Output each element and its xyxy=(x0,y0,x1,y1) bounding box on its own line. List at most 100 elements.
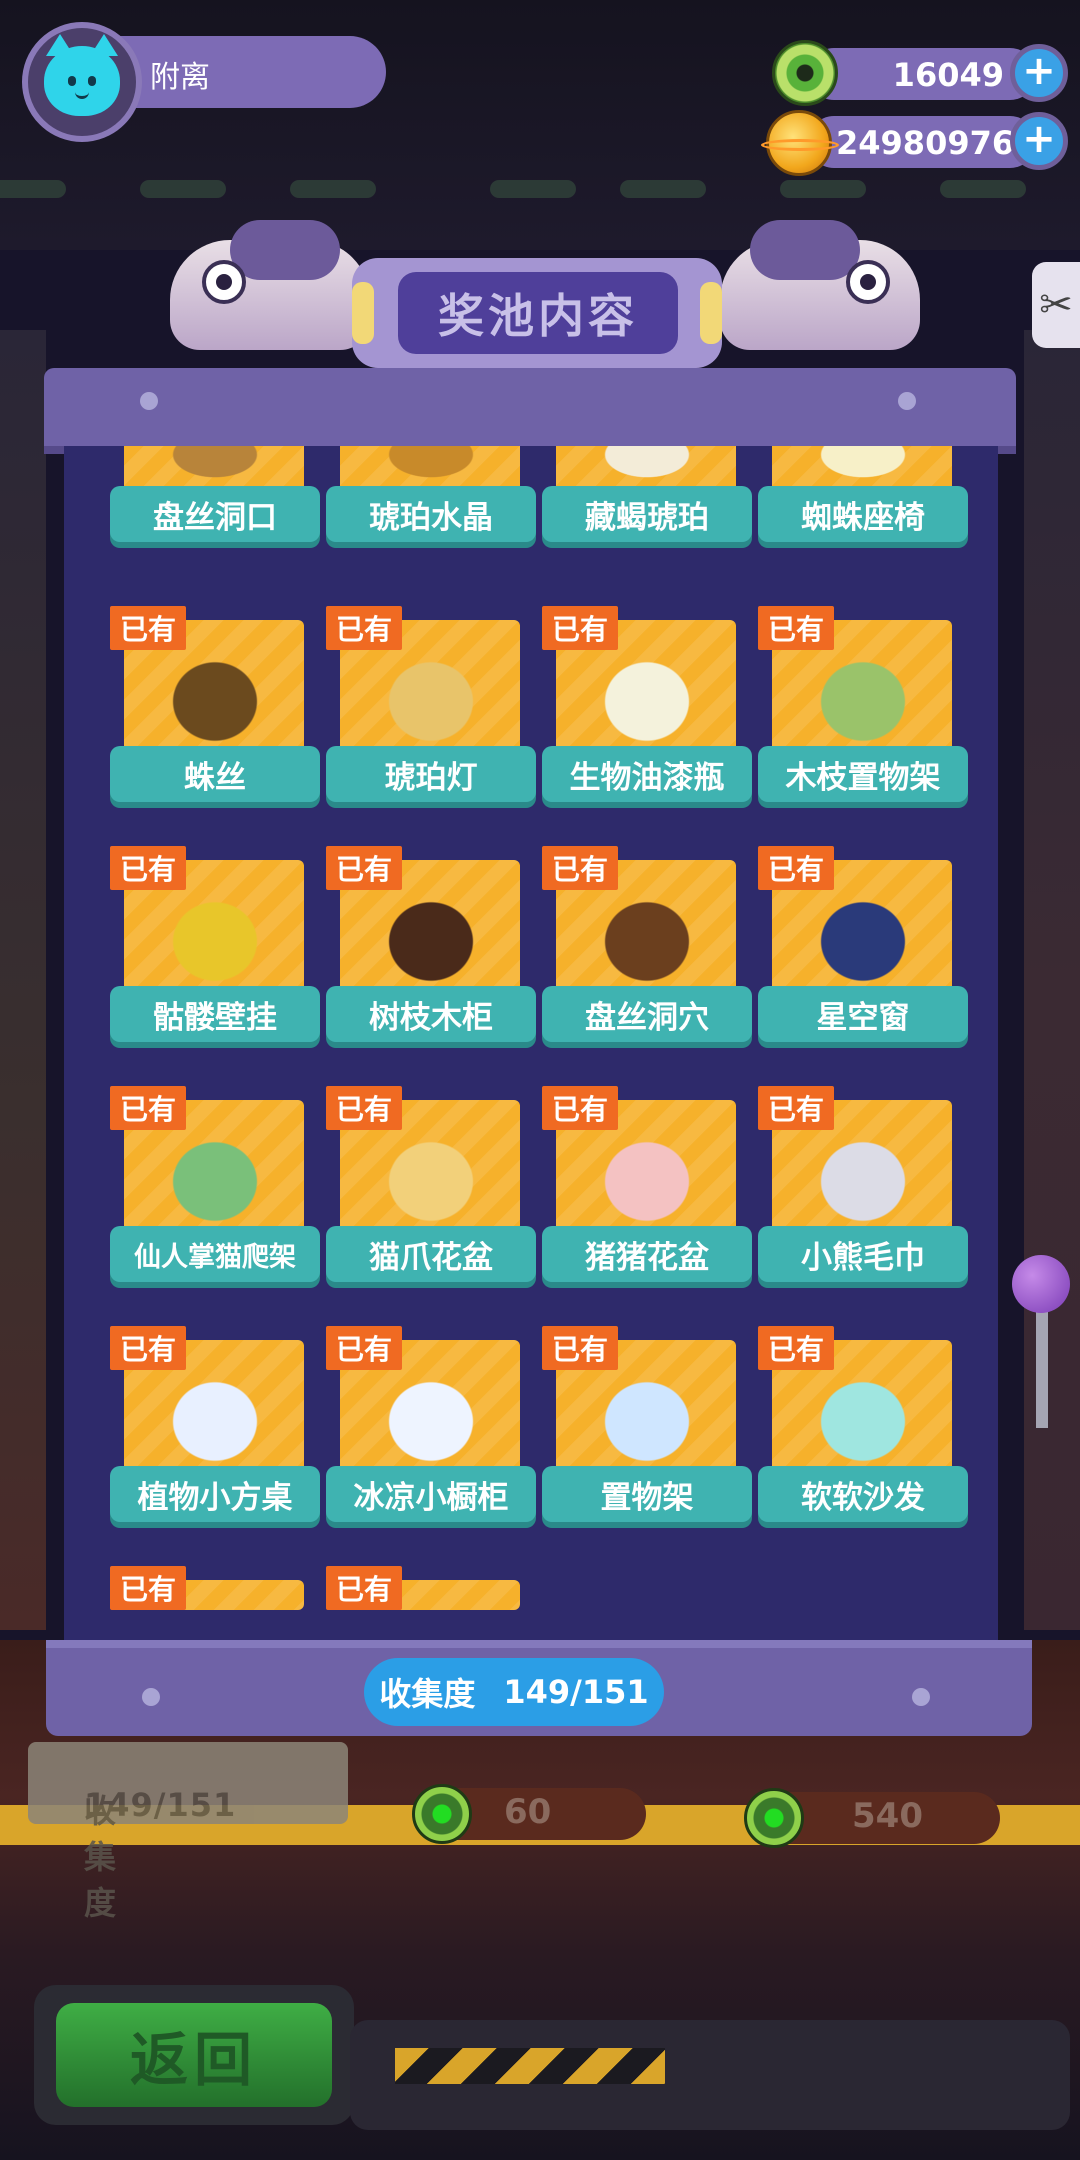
item-name: 琥珀水晶 xyxy=(326,486,536,542)
item-card[interactable]: 蜘蛛座椅 xyxy=(758,446,968,626)
cage-door-icon xyxy=(162,446,268,478)
owned-badge: 已有 xyxy=(110,1326,186,1370)
back-button[interactable]: 返回 xyxy=(56,2003,332,2107)
currency-value-planet: 24980976 xyxy=(836,124,1015,162)
cat-face-icon xyxy=(44,34,120,116)
share-icon[interactable]: ✂ xyxy=(1032,262,1080,348)
paw-flowerpot-icon xyxy=(378,1132,484,1222)
owned-badge: 已有 xyxy=(110,1566,186,1610)
item-card[interactable]: 已有 冰凉小橱柜 xyxy=(326,1326,536,1526)
owned-badge: 已有 xyxy=(542,846,618,890)
owned-badge: 已有 xyxy=(758,1086,834,1130)
item-card[interactable]: 已有 小熊毛巾 xyxy=(758,1086,968,1286)
item-card[interactable]: 已有 盘丝洞穴 xyxy=(542,846,752,1046)
item-name: 盘丝洞口 xyxy=(110,486,320,542)
shelf-icon xyxy=(594,1372,700,1462)
starry-window-icon xyxy=(810,892,916,982)
panel-frame-top xyxy=(44,368,1016,454)
item-name: 植物小方桌 xyxy=(110,1466,320,1522)
donut-coin-icon xyxy=(412,1784,472,1844)
player-name: 附离 xyxy=(150,60,210,95)
item-name: 星空窗 xyxy=(758,986,968,1042)
planet-coin-icon xyxy=(761,110,839,176)
item-card[interactable]: 已有 软软沙发 xyxy=(758,1326,968,1526)
panel-title: 奖池内容 xyxy=(398,272,678,354)
item-name: 树枝木柜 xyxy=(326,986,536,1042)
owned-badge: 已有 xyxy=(542,1086,618,1130)
lever-stick xyxy=(1036,1308,1048,1428)
spider-chair-icon xyxy=(810,446,916,478)
item-name: 琥珀灯 xyxy=(326,746,536,802)
collection-progress: 收集度 149/151 xyxy=(364,1658,664,1726)
add-donut-button[interactable]: + xyxy=(1010,44,1068,102)
collection-label: 收集度 xyxy=(379,1675,476,1713)
title-cap-left xyxy=(352,282,374,344)
owned-badge: 已有 xyxy=(326,1326,402,1370)
currency-value-donut: 16049 xyxy=(892,56,1004,94)
plant-table-icon xyxy=(162,1372,268,1462)
paint-table-icon xyxy=(594,652,700,742)
collection-value: 149/151 xyxy=(503,1673,649,1711)
add-planet-button[interactable]: + xyxy=(1010,112,1068,170)
item-card[interactable]: 已有 琥珀灯 xyxy=(326,606,536,806)
fish-decoration-left xyxy=(170,220,370,350)
price-2: 540 xyxy=(852,1796,923,1836)
scene-left-wall xyxy=(0,330,46,1630)
item-name: 小熊毛巾 xyxy=(758,1226,968,1282)
item-name: 木枝置物架 xyxy=(758,746,968,802)
item-card[interactable]: 已有 xyxy=(326,1566,536,1646)
fish-decoration-right xyxy=(720,220,920,350)
item-name: 置物架 xyxy=(542,1466,752,1522)
owned-badge: 已有 xyxy=(326,606,402,650)
brown-panel-icon xyxy=(594,892,700,982)
avatar[interactable] xyxy=(22,22,142,142)
owned-badge: 已有 xyxy=(110,846,186,890)
candelabra-icon xyxy=(378,892,484,982)
skull-throne-icon xyxy=(162,892,268,982)
pig-flowerpot-icon xyxy=(594,1132,700,1222)
item-card[interactable]: 已有 xyxy=(110,1566,320,1646)
item-grid: 盘丝洞口 琥珀水晶 藏蝎琥珀 蜘蛛座椅 已有 蛛丝 已有 琥珀灯 已有 生物油漆瓶 已有 木枝置物架已… xyxy=(64,446,998,1646)
item-card[interactable]: 已有 植物小方桌 xyxy=(110,1326,320,1526)
item-card[interactable]: 已有 猫爪花盆 xyxy=(326,1086,536,1286)
owned-badge: 已有 xyxy=(542,1326,618,1370)
back-button-frame: 返回 xyxy=(34,1985,354,2125)
item-card[interactable]: 已有 木枝置物架 xyxy=(758,606,968,806)
title-cap-right xyxy=(700,282,722,344)
item-name: 猪猪花盆 xyxy=(542,1226,752,1282)
soft-sofa-icon xyxy=(810,1372,916,1462)
item-name: 盘丝洞穴 xyxy=(542,986,752,1042)
item-card[interactable]: 已有 猪猪花盆 xyxy=(542,1086,752,1286)
branch-shelf-icon xyxy=(810,652,916,742)
lever-knob-icon[interactable] xyxy=(1012,1255,1070,1313)
item-card[interactable]: 已有 蛛丝 xyxy=(110,606,320,806)
item-card[interactable]: 已有 骷髅壁挂 xyxy=(110,846,320,1046)
item-card[interactable]: 藏蝎琥珀 xyxy=(542,446,752,626)
amber-lamp-icon xyxy=(378,652,484,742)
item-card[interactable]: 盘丝洞口 xyxy=(110,446,320,626)
back-button-label: 返回 xyxy=(129,2026,258,2094)
item-card[interactable]: 已有 树枝木柜 xyxy=(326,846,536,1046)
hazard-stripes xyxy=(395,2048,665,2084)
owned-badge: 已有 xyxy=(326,1566,402,1610)
item-name: 生物油漆瓶 xyxy=(542,746,752,802)
item-name: 仙人掌猫爬架 xyxy=(110,1226,320,1282)
item-list[interactable]: 盘丝洞口 琥珀水晶 藏蝎琥珀 蜘蛛座椅 已有 蛛丝 已有 琥珀灯 已有 生物油漆瓶 已有 木枝置物架已… xyxy=(64,446,998,1646)
owned-badge: 已有 xyxy=(758,606,834,650)
owned-badge: 已有 xyxy=(326,1086,402,1130)
item-card[interactable]: 已有 仙人掌猫爬架 xyxy=(110,1086,320,1286)
owned-badge: 已有 xyxy=(326,846,402,890)
item-card[interactable]: 已有 置物架 xyxy=(542,1326,752,1526)
item-name: 猫爪花盆 xyxy=(326,1226,536,1282)
amber-stone-icon xyxy=(594,446,700,478)
cool-cabinet-icon xyxy=(378,1372,484,1462)
bg-collection-label: 收集度 149/151 xyxy=(28,1742,348,1922)
owned-badge: 已有 xyxy=(110,606,186,650)
item-name: 软软沙发 xyxy=(758,1466,968,1522)
item-card[interactable]: 已有 生物油漆瓶 xyxy=(542,606,752,806)
item-name: 骷髅壁挂 xyxy=(110,986,320,1042)
price-1: 60 xyxy=(504,1792,552,1832)
item-card[interactable]: 琥珀水晶 xyxy=(326,446,536,626)
bear-towel-icon xyxy=(810,1132,916,1222)
item-card[interactable]: 已有 星空窗 xyxy=(758,846,968,1046)
